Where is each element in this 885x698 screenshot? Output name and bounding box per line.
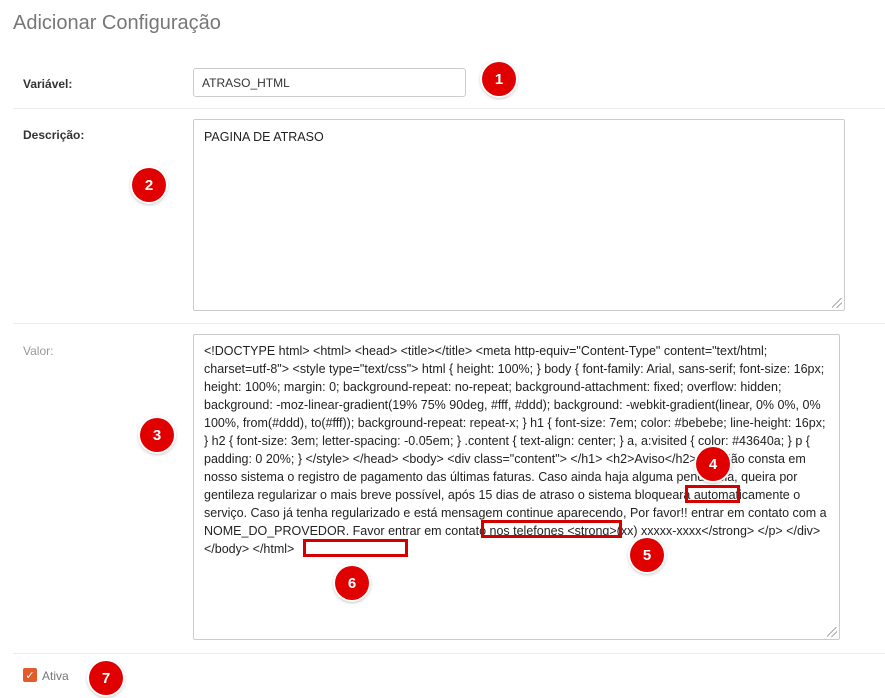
valor-textarea[interactable]: <!DOCTYPE html> <html> <head> <title></t… [193,334,840,640]
descricao-label: Descrição: [23,128,85,142]
descricao-textarea[interactable]: PAGINA DE ATRASO [193,119,845,311]
annotation-badge-1: 1 [482,62,516,96]
annotation-badge-7: 7 [89,661,123,695]
page-title: Adicionar Configuração [13,12,221,34]
highlight-telefone [303,539,408,557]
ativa-checkbox[interactable]: ✓ [23,668,37,682]
variavel-label: Variável: [23,77,73,91]
divider [13,653,885,654]
annotation-badge-6: 6 [335,566,369,600]
ativa-label: Ativa [42,669,69,683]
divider [13,108,885,109]
annotation-badge-5: 5 [630,538,664,572]
divider [13,323,885,324]
annotation-badge-3: 3 [140,418,174,452]
valor-label: Valor: [23,344,54,358]
variavel-input[interactable] [193,68,466,97]
resize-handle-icon[interactable] [827,627,837,637]
annotation-badge-4: 4 [696,447,730,481]
highlight-15-dias [685,485,740,503]
annotation-badge-2: 2 [132,168,166,202]
resize-handle-icon[interactable] [832,298,842,308]
descricao-text: PAGINA DE ATRASO [204,130,324,144]
highlight-nome-provedor [481,520,622,538]
